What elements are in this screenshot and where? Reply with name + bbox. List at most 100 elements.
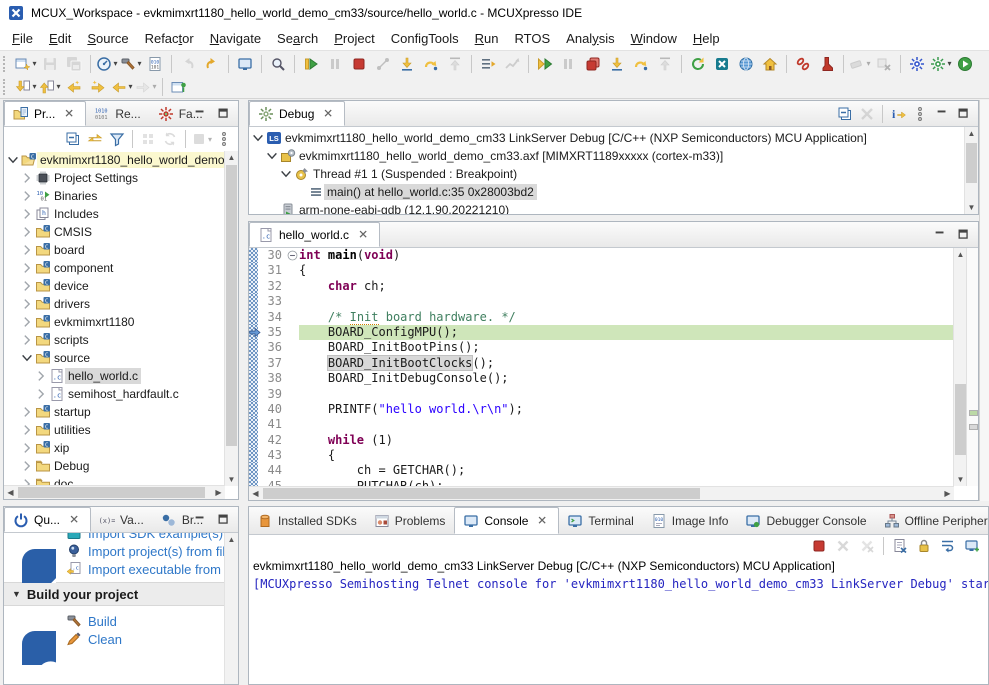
code-line-31[interactable]: 31{: [249, 263, 954, 278]
debug-bug-blue-button[interactable]: [906, 53, 928, 75]
code-text[interactable]: {: [299, 263, 954, 278]
quickstart-link[interactable]: Import project(s) from file sy: [88, 544, 225, 559]
breakpoint-ruler[interactable]: [249, 371, 258, 386]
overview-mark-occurrence[interactable]: [969, 424, 978, 430]
terminate-button[interactable]: [808, 535, 830, 557]
expander-down-icon[interactable]: [265, 149, 279, 163]
menu-file[interactable]: File: [4, 28, 41, 49]
magnifier-button[interactable]: [267, 53, 289, 75]
menu-edit[interactable]: Edit: [41, 28, 79, 49]
code-text[interactable]: char ch;: [299, 279, 954, 294]
expander-right-icon[interactable]: [20, 405, 34, 419]
code-text[interactable]: [299, 417, 954, 432]
instruction-step-button[interactable]: [477, 53, 499, 75]
code-line-41[interactable]: 41: [249, 417, 954, 432]
code-line-40[interactable]: 40 PRINTF("hello world.\r\n");: [249, 402, 954, 417]
expander-right-icon[interactable]: [20, 279, 34, 293]
quickstart-action-build[interactable]: Build: [66, 612, 225, 630]
breakpoint-ruler[interactable]: [249, 340, 258, 355]
code-text[interactable]: int main(void): [299, 248, 954, 263]
breakpoint-ruler[interactable]: [249, 387, 258, 402]
scroll-up-arrow[interactable]: ▲: [225, 151, 238, 164]
console-tab-terminal[interactable]: Terminal: [559, 507, 642, 534]
overview-mark-current[interactable]: [969, 410, 978, 416]
project-tree-item[interactable]: Cevkmimxrt1180: [4, 313, 225, 331]
editor-vscrollbar[interactable]: ▲▼: [953, 248, 967, 486]
breakpoint-ruler[interactable]: [249, 294, 258, 309]
tab-close-icon[interactable]: [357, 228, 371, 242]
maximize-button[interactable]: [214, 510, 234, 530]
last-edit-fwd-button[interactable]: [87, 76, 109, 98]
debug-tab-debug[interactable]: Debug: [249, 101, 345, 126]
minimize-button[interactable]: [190, 104, 210, 124]
code-text[interactable]: BOARD_ConfigMPU();: [299, 325, 954, 340]
project-tree-vscrollbar[interactable]: ▲▼: [224, 151, 238, 486]
project-tree-item[interactable]: Csource: [4, 349, 225, 367]
breakpoint-ruler[interactable]: [249, 433, 258, 448]
code-editor[interactable]: 30int main(void)31{32 char ch;3334 /* In…: [249, 248, 954, 486]
toolbar-grip[interactable]: [3, 79, 11, 95]
hammer-button[interactable]: ▾: [120, 53, 142, 75]
tab-close-icon[interactable]: [322, 107, 336, 121]
fold-collapse-icon[interactable]: [286, 248, 299, 263]
expander-right-icon[interactable]: [34, 369, 48, 383]
project-tree-item[interactable]: CCMSIS: [4, 223, 225, 241]
menu-rtos[interactable]: RTOS: [507, 28, 559, 49]
debug-tree-item[interactable]: main() at hello_world.c:35 0x28003bd2: [249, 183, 965, 201]
breakpoint-ruler[interactable]: [249, 325, 258, 340]
step-into-button[interactable]: [396, 53, 418, 75]
quickstart-link[interactable]: Import SDK example(s)...: [88, 533, 225, 541]
scroll-down-arrow[interactable]: ▼: [965, 201, 978, 214]
scroll-thumb[interactable]: [226, 165, 237, 446]
run-bug-green-button[interactable]: ▾: [930, 53, 952, 75]
build-section-header[interactable]: ▼Build your project: [4, 582, 225, 606]
redo-button[interactable]: [201, 53, 223, 75]
quickstart-item[interactable]: Import SDK example(s)...: [66, 533, 225, 542]
project-tree-item[interactable]: Cstartup: [4, 403, 225, 421]
quickstart-link[interactable]: Clean: [88, 632, 122, 647]
terminate-button[interactable]: [348, 53, 370, 75]
project-tree-item[interactable]: Cutilities: [4, 421, 225, 439]
project-tree-item[interactable]: Cdevice: [4, 277, 225, 295]
project-tree-item[interactable]: 1001Binaries: [4, 187, 225, 205]
code-line-37[interactable]: 37 BOARD_InitBootClocks();: [249, 356, 954, 371]
step-over-button[interactable]: [630, 53, 652, 75]
link-red-button[interactable]: [792, 53, 814, 75]
resume-circle-button[interactable]: [954, 53, 976, 75]
menu-search[interactable]: Search: [269, 28, 326, 49]
pin-editor-button[interactable]: [168, 76, 190, 98]
resume-button[interactable]: [300, 53, 322, 75]
next-annotation-button[interactable]: ▾: [15, 76, 37, 98]
menu-window[interactable]: Window: [623, 28, 685, 49]
code-line-35[interactable]: 35 BOARD_ConfigMPU();: [249, 325, 954, 340]
project-tree-item[interactable]: Cboard: [4, 241, 225, 259]
code-text[interactable]: BOARD_InitBootClocks();: [299, 356, 954, 371]
minimize-button[interactable]: [930, 225, 950, 245]
project-tree-item[interactable]: Project Settings: [4, 169, 225, 187]
console-tab-problems[interactable]: Problems: [366, 507, 455, 534]
quickstart-link[interactable]: Import executable from file s: [88, 562, 225, 577]
code-line-36[interactable]: 36 BOARD_InitBootPins();: [249, 340, 954, 355]
debug-tree-item[interactable]: LSevkmimxrt1180_hello_world_demo_cm33 Li…: [249, 129, 965, 147]
maximize-button[interactable]: [954, 104, 974, 124]
quickstart-link[interactable]: Build: [88, 614, 117, 629]
home-button[interactable]: [759, 53, 781, 75]
expander-right-icon[interactable]: [20, 441, 34, 455]
expander-right-icon[interactable]: [20, 459, 34, 473]
console-output[interactable]: evkmimxrt1180_hello_world_demo_cm33 Link…: [249, 557, 988, 593]
quickstart-tab-va[interactable]: (x)=Va...: [91, 507, 153, 532]
back-button[interactable]: ▾: [111, 76, 133, 98]
scroll-down-arrow[interactable]: ▼: [225, 473, 238, 486]
breakpoint-ruler[interactable]: [249, 417, 258, 432]
breakpoint-ruler[interactable]: [249, 402, 258, 417]
console-tab-debugger-console[interactable]: Debugger Console: [737, 507, 875, 534]
menu-refactor[interactable]: Refactor: [137, 28, 202, 49]
debug-tree-item[interactable]: evkmimxrt1180_hello_world_demo_cm33.axf …: [249, 147, 965, 165]
restart-button[interactable]: [687, 53, 709, 75]
scroll-up-arrow[interactable]: ▲: [965, 127, 978, 140]
editor-hscrollbar[interactable]: ◀▶: [249, 486, 954, 500]
clear-console-button[interactable]: [889, 535, 911, 557]
tab-close-icon[interactable]: [63, 107, 77, 121]
code-line-34[interactable]: 34 /* Init board hardware. */: [249, 310, 954, 325]
terminate-all-button[interactable]: [582, 53, 604, 75]
